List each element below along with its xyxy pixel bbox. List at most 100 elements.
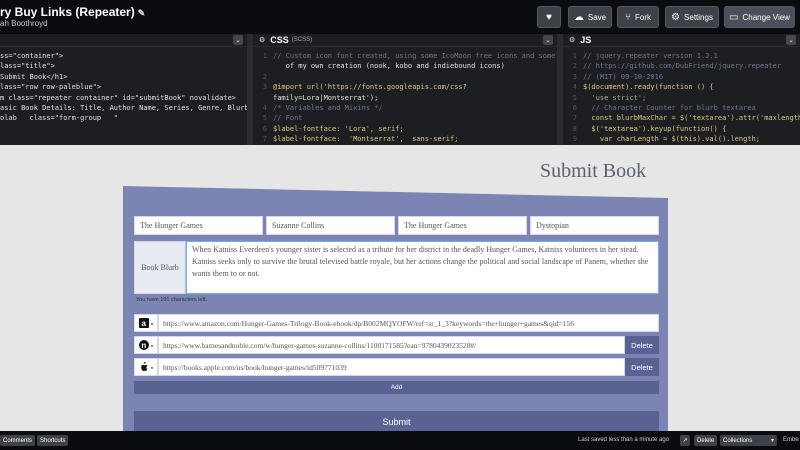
code-line[interactable]: lass="row row-paleblue">	[0, 82, 247, 92]
js-pane[interactable]: ⚙ JS ⌄ 1 // jquery.repeater version 1.2.1…	[563, 34, 800, 145]
add-link-button[interactable]: Add	[134, 381, 659, 394]
fork-button[interactable]: ⑂ Fork	[617, 6, 659, 28]
code-text: @import url('https://fonts.googleapis.co…	[273, 83, 467, 92]
code-line[interactable]: olab class="form-group "	[0, 113, 247, 123]
line-number: 5	[262, 114, 267, 123]
comments-button[interactable]: Comments	[0, 435, 36, 446]
blurb-textarea[interactable]: When Katniss Everdeen's younger sister i…	[186, 241, 659, 294]
css-settings-icon[interactable]: ⚙	[259, 36, 265, 44]
code-line[interactable]: 4 $(document).ready(function () {	[563, 82, 800, 92]
code-line[interactable]: 9 var charLength = $(this).val().length;	[563, 134, 800, 144]
dropdown-dot-icon: ●	[150, 364, 154, 370]
code-line[interactable]: 3 // (MIT) 09-10-2016	[563, 72, 800, 82]
line-number: 9	[572, 135, 577, 144]
code-line[interactable]: m class="repeater container" id="submitB…	[0, 93, 247, 103]
blurb-label: Book Blurb	[134, 241, 186, 294]
code-line[interactable]: 6 $label-fontface: 'Lora', serif;	[253, 124, 557, 134]
code-line[interactable]: 4 /* Variables and Mixins */	[253, 103, 557, 113]
change-view-label: Change View	[742, 12, 790, 22]
code-line[interactable]: lass="title">	[0, 61, 247, 71]
code-line[interactable]: 2	[253, 72, 557, 82]
code-text: $label-fontface: 'Lora', serif;	[273, 124, 404, 133]
code-text: // Custom icon font created, using some …	[273, 52, 556, 60]
heart-button[interactable]: ♥	[537, 6, 561, 28]
fork-label: Fork	[635, 12, 651, 22]
code-text: lass="title">	[0, 62, 55, 71]
code-line[interactable]: 1 // jquery.repeater version 1.2.1	[563, 51, 800, 61]
heart-icon: ♥	[546, 11, 552, 23]
layout-icon: ▭	[729, 11, 739, 23]
delete-link-button[interactable]: Delete	[625, 358, 659, 376]
code-text: ss="container">	[0, 52, 64, 60]
code-text: var charLength = $(this).val().length;	[583, 135, 761, 144]
code-line[interactable]: 2 // https://github.com/DubFriend/jquery.…	[563, 61, 800, 71]
submit-button[interactable]: Submit	[134, 411, 659, 431]
code-line[interactable]: 6 // Character Counter for blurb textare…	[563, 103, 800, 113]
code-line[interactable]: 5 'use strict';	[563, 93, 800, 103]
change-view-button[interactable]: ▭ Change View	[724, 6, 795, 28]
code-line[interactable]: 1 // Custom icon font created, using some…	[253, 51, 557, 61]
external-link-button[interactable]: ↗	[680, 435, 690, 446]
code-text: // Font	[273, 114, 303, 123]
apple-icon	[138, 362, 149, 372]
embed-button[interactable]: Embe	[783, 437, 799, 443]
link-url-input[interactable]: https://www.barnesandnoble.com/w/hunger-…	[158, 336, 625, 354]
chevron-down-icon: ▾	[770, 438, 774, 444]
save-label: Save	[587, 12, 607, 22]
line-number: 4	[572, 83, 577, 92]
collapse-js-icon[interactable]: ⌄	[786, 35, 796, 45]
pencil-icon[interactable]: ✎	[138, 8, 146, 18]
page-title: Submit Book	[540, 160, 647, 182]
html-pane-header: ⌄	[0, 34, 247, 47]
last-saved-status: Last saved less than a minute ago	[578, 437, 670, 443]
store-select[interactable]: n ●	[134, 336, 158, 354]
nook-icon: n	[138, 340, 149, 350]
code-text: const blurbMaxChar = $('textarea').attr(…	[583, 114, 800, 123]
code-line[interactable]: 7 const blurbMaxChar = $('textarea').att…	[563, 113, 800, 123]
code-line[interactable]: family=Lora|Montserrat');	[253, 93, 557, 103]
code-line[interactable]: 3 @import url('https://fonts.googleapis.c…	[253, 82, 557, 92]
js-pane-header: ⚙ JS ⌄	[563, 34, 800, 47]
code-line[interactable]: 8 $('textarea').keyup(function() {	[563, 124, 800, 134]
collapse-html-icon[interactable]: ⌄	[233, 35, 243, 45]
pen-title[interactable]: ry Buy Links (Repeater) ✎	[0, 5, 145, 19]
css-code[interactable]: 1 // Custom icon font created, using some…	[253, 47, 557, 145]
js-settings-icon[interactable]: ⚙	[569, 36, 575, 44]
settings-button[interactable]: ⚙ Settings	[665, 6, 719, 28]
code-line[interactable]: ss="container">	[0, 51, 247, 61]
shortcuts-button[interactable]: Shortcuts	[37, 435, 69, 446]
store-select[interactable]: a ●	[134, 314, 158, 332]
line-number: 8	[572, 124, 577, 133]
bottom-bar: Comments Shortcuts Last saved less than …	[0, 431, 800, 450]
js-code[interactable]: 1 // jquery.repeater version 1.2.1 2 // htt…	[563, 47, 800, 145]
link-url-input[interactable]: https://books.apple.com/us/book/hunger-g…	[158, 358, 625, 376]
delete-link-button[interactable]: Delete	[625, 336, 659, 354]
editor-panes: ⌄ ss="container"> lass="title"> Submit Boo…	[0, 34, 800, 145]
css-pane[interactable]: ⚙ CSS (SCSS) ⌄ 1 // Custom icon font crea…	[253, 34, 557, 145]
js-label: JS	[580, 35, 592, 45]
save-button[interactable]: ☁ Save	[568, 6, 612, 28]
collections-dropdown[interactable]: Collections ▾	[720, 435, 777, 446]
code-line[interactable]: of my own creation (nook, kobo and indie…	[253, 61, 557, 71]
author-input[interactable]: Suzanne Collins	[266, 216, 395, 235]
code-text: $(document).ready(function () {	[583, 83, 714, 92]
delete-pen-button[interactable]: Delete	[694, 435, 718, 446]
html-code[interactable]: ss="container"> lass="title"> Submit Book<…	[0, 47, 247, 124]
genre-input[interactable]: Dystopian	[530, 216, 659, 235]
pen-author[interactable]: ah Boothroyd	[0, 19, 48, 28]
store-select[interactable]: ●	[134, 358, 158, 376]
code-line[interactable]: asic Book Details: Title, Author Name, S…	[0, 103, 247, 113]
code-line[interactable]: Submit Book</h1>	[0, 72, 247, 82]
line-number: 6	[262, 124, 267, 133]
collections-label: Collections	[723, 437, 753, 444]
code-line[interactable]: 5 // Font	[253, 113, 557, 123]
title-input[interactable]: The Hunger Games	[134, 216, 263, 235]
line-number: 1	[262, 52, 267, 60]
collapse-css-icon[interactable]: ⌄	[543, 35, 553, 45]
html-pane[interactable]: ⌄ ss="container"> lass="title"> Submit Boo…	[0, 34, 247, 145]
code-text: of my own creation (nook, kobo and indie…	[273, 62, 505, 71]
dropdown-dot-icon: ●	[150, 320, 154, 326]
link-url-input[interactable]: https://www.amazon.com/Hunger-Games-Tril…	[158, 314, 659, 332]
series-input[interactable]: The Hunger Games	[398, 216, 527, 235]
code-line[interactable]: 7 $label-fontface: 'Montserrat', sans-ser…	[253, 134, 557, 144]
